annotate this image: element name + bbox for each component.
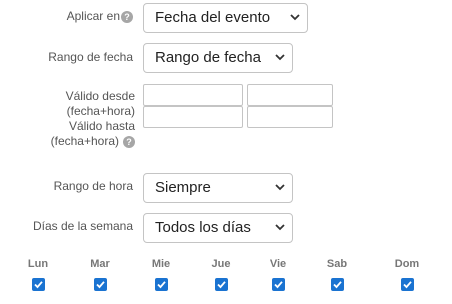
day-checkbox[interactable] [154,278,168,291]
day-label: Sab [326,258,348,270]
day-label: Dom [394,258,420,270]
weekdays-select[interactable]: Todos los días [143,213,293,243]
checkmark-icon [156,281,166,289]
valid-to-line2: (fecha+hora) [50,134,119,148]
valid-to-time-input[interactable] [247,106,333,128]
checkmark-icon [332,281,342,289]
valid-from-time-input[interactable] [247,84,333,106]
apply-on-label: Aplicar en? [40,9,133,24]
day-wednesday: Mie [141,258,181,291]
day-tuesday: Mar [80,258,120,291]
date-range-select[interactable]: Rango de fecha [143,43,293,73]
time-range-label: Rango de hora [53,179,133,193]
day-checkbox[interactable] [271,278,285,291]
day-checkbox[interactable] [400,278,414,291]
valid-from-label: Válido desde (fecha+hora) Válido hasta (… [20,89,135,149]
weekdays-label: Días de la semana [32,219,133,233]
valid-from-line1: Válido desde [65,89,135,103]
day-checkbox[interactable] [330,278,344,291]
date-range-value: Rango de fecha [155,49,261,66]
valid-to-date-input[interactable] [143,106,243,128]
chevron-down-icon [275,54,285,61]
apply-on-value: Fecha del evento [155,9,271,26]
valid-from-date-input[interactable] [143,84,243,106]
chevron-down-icon [275,184,285,191]
checkmark-icon [216,281,226,289]
checkmark-icon [273,281,283,289]
valid-from-line2: (fecha+hora) [66,104,135,118]
checkmark-icon [402,281,412,289]
apply-on-select[interactable]: Fecha del evento [143,3,308,33]
day-checkbox[interactable] [31,278,45,291]
day-thursday: Jue [201,258,241,291]
day-label: Vie [269,258,287,270]
chevron-down-icon [290,14,300,21]
day-checkbox[interactable] [214,278,228,291]
date-range-label: Rango de fecha [48,50,133,64]
chevron-down-icon [275,224,285,231]
day-label: Lun [27,258,49,270]
day-sunday: Dom [387,258,427,291]
day-label: Mar [90,258,110,270]
day-friday: Vie [258,258,298,291]
help-icon[interactable]: ? [123,136,135,148]
time-range-select[interactable]: Siempre [143,173,293,203]
checkmark-icon [33,281,43,289]
day-checkbox[interactable] [93,278,107,291]
valid-to-line1: Válido hasta [68,119,135,133]
checkmark-icon [95,281,105,289]
day-label: Jue [211,258,231,270]
apply-on-text: Aplicar en [66,9,120,23]
day-monday: Lun [18,258,58,291]
help-icon[interactable]: ? [121,11,133,23]
weekdays-value: Todos los días [155,219,251,236]
day-label: Mie [151,258,171,270]
time-range-value: Siempre [155,179,211,196]
day-saturday: Sab [317,258,357,291]
